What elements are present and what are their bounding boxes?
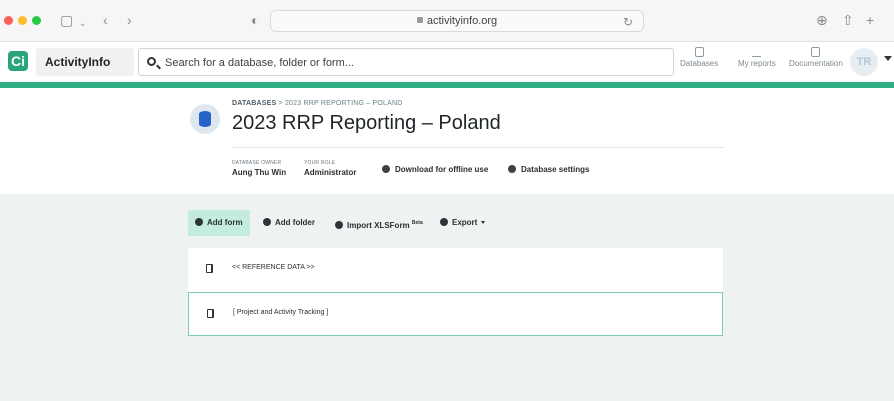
forward-icon[interactable]: › [127, 11, 132, 29]
list-item[interactable]: [ Project and Activity Tracking ] [188, 292, 723, 336]
add-folder-button[interactable]: Add folder [263, 210, 315, 236]
zoom-window-button[interactable] [32, 16, 41, 25]
app-name: ActivityInfo [45, 55, 111, 69]
minimize-window-button[interactable] [18, 16, 27, 25]
gear-icon [508, 165, 516, 173]
search-bar[interactable] [138, 48, 674, 76]
privacy-shield-icon[interactable]: ◐ [251, 11, 259, 29]
back-icon[interactable]: ‹ [103, 11, 108, 29]
book-icon [811, 47, 821, 57]
account-menu-caret-icon[interactable] [884, 56, 892, 61]
add-form-label: Add form [207, 218, 243, 227]
add-folder-label: Add folder [275, 218, 315, 227]
chevron-down-icon[interactable]: ⌄ [79, 14, 87, 32]
beta-badge: Beta [411, 220, 423, 226]
nav-documentation[interactable]: Documentation [789, 47, 843, 68]
role-label: YOUR ROLE [304, 160, 336, 166]
activityinfo-logo[interactable]: Ci [8, 51, 28, 71]
download-offline-label: Download for offline use [395, 165, 489, 174]
search-input[interactable] [165, 54, 665, 71]
list-item[interactable]: << REFERENCE DATA >> [188, 248, 723, 292]
close-window-button[interactable] [4, 16, 13, 25]
database-settings-label: Database settings [521, 165, 590, 174]
download-icon [382, 165, 390, 173]
download-icon[interactable]: ⊕ [816, 11, 828, 29]
sidebar-icon[interactable]: ▢ [60, 11, 73, 29]
user-avatar[interactable]: TR [850, 48, 878, 76]
breadcrumb-current: 2023 RRP REPORTING – POLAND [284, 100, 403, 107]
divider [232, 147, 724, 148]
import-xlsform-label: Import XLSForm [347, 221, 410, 230]
download-offline-button[interactable]: Download for offline use [382, 165, 488, 174]
owner-value: Aung Thu Win [232, 168, 287, 177]
nav-databases-label: Databases [680, 59, 719, 68]
breadcrumb-separator: > [278, 100, 283, 107]
database-header: DATABASES > 2023 RRP REPORTING – POLAND … [0, 88, 894, 194]
search-icon [147, 57, 156, 66]
import-xlsform-button[interactable]: Import XLSForm Beta [335, 210, 423, 236]
database-icon [694, 47, 704, 57]
nav-databases[interactable]: Databases [680, 47, 718, 68]
form-list: << REFERENCE DATA >> [ Project and Activ… [188, 248, 723, 336]
app-header: Ci ActivityInfo Databases My reports Doc… [0, 42, 894, 82]
form-label: << REFERENCE DATA >> [232, 264, 315, 271]
address-bar[interactable]: activityinfo.org ↻ [270, 10, 644, 32]
export-icon [440, 218, 448, 226]
breadcrumb: DATABASES > 2023 RRP REPORTING – POLAND [232, 100, 403, 107]
chevron-down-icon [481, 221, 486, 224]
page-title: 2023 RRP Reporting – Poland [232, 112, 501, 134]
database-settings-button[interactable]: Database settings [508, 165, 589, 174]
breadcrumb-databases[interactable]: DATABASES [232, 100, 276, 107]
new-tab-icon[interactable]: + [866, 11, 874, 29]
nav-my-reports-label: My reports [738, 59, 776, 68]
database-icon [190, 104, 220, 134]
form-icon [207, 309, 214, 318]
plus-circle-icon [195, 218, 203, 226]
app-home-link[interactable]: ActivityInfo [36, 48, 134, 76]
url-text: activityinfo.org [426, 15, 498, 27]
add-form-button[interactable]: Add form [188, 210, 250, 236]
upload-icon [335, 221, 343, 229]
lock-icon [416, 17, 423, 23]
browser-toolbar: ▢ ⌄ ‹ › ◐ activityinfo.org ↻ ⊕ ⇧ + [0, 0, 894, 42]
reload-icon[interactable]: ↻ [623, 13, 633, 31]
nav-documentation-label: Documentation [789, 59, 843, 68]
bar-chart-icon [752, 47, 762, 57]
role-value: Administrator [304, 168, 357, 177]
owner-label: DATABASE OWNER [232, 160, 282, 166]
export-label: Export [452, 218, 478, 227]
plus-circle-icon [263, 218, 271, 226]
nav-my-reports[interactable]: My reports [738, 47, 776, 68]
share-icon[interactable]: ⇧ [842, 11, 854, 29]
form-icon [206, 264, 213, 273]
form-label: [ Project and Activity Tracking ] [233, 309, 329, 316]
export-button[interactable]: Export [440, 210, 486, 236]
